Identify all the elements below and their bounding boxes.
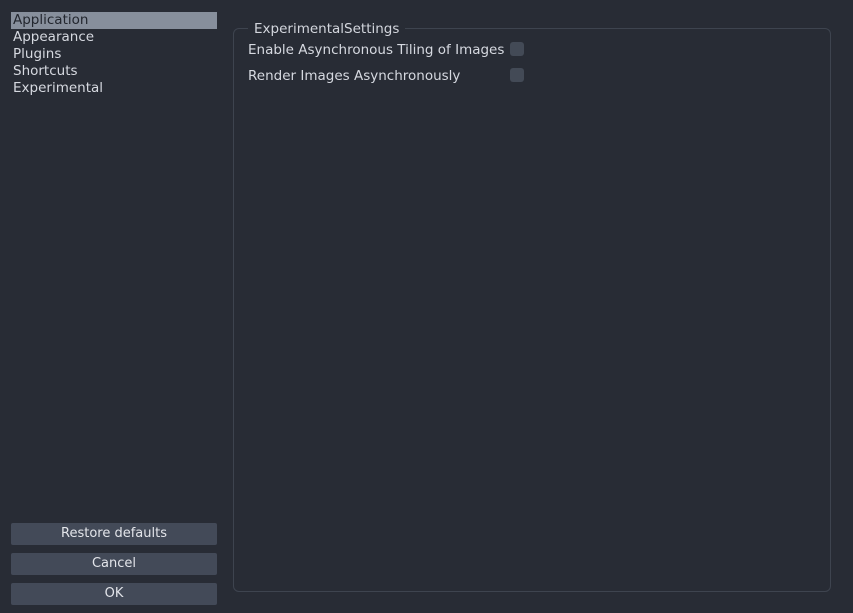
setting-row: Enable Asynchronous Tiling of Images	[248, 41, 818, 67]
setting-label-async-tiling: Enable Asynchronous Tiling of Images	[248, 42, 505, 58]
sidebar-item-plugins[interactable]: Plugins	[11, 46, 217, 63]
ok-button[interactable]: OK	[11, 583, 217, 605]
checkbox-enable-async-tiling[interactable]	[510, 42, 524, 56]
sidebar-item-experimental[interactable]: Experimental	[11, 80, 217, 97]
sidebar-item-label: Experimental	[13, 80, 104, 96]
settings-rows: Enable Asynchronous Tiling of Images Ren…	[248, 41, 818, 93]
preferences-dialog: Application Appearance Plugins Shortcuts…	[0, 0, 853, 613]
setting-row: Render Images Asynchronously	[248, 67, 818, 93]
sidebar-item-application[interactable]: Application	[11, 12, 217, 29]
cancel-button[interactable]: Cancel	[11, 553, 217, 575]
restore-defaults-button[interactable]: Restore defaults	[11, 523, 217, 545]
sidebar-item-label: Application	[13, 12, 89, 28]
dialog-button-stack: Restore defaults Cancel OK	[11, 523, 217, 605]
setting-label-render-async: Render Images Asynchronously	[248, 68, 461, 84]
checkbox-render-images-async[interactable]	[510, 68, 524, 82]
group-box-title: ExperimentalSettings	[248, 21, 406, 37]
experimental-settings-group	[233, 28, 831, 592]
sidebar-item-label: Shortcuts	[13, 63, 78, 79]
sidebar-item-label: Appearance	[13, 29, 95, 45]
sidebar-item-appearance[interactable]: Appearance	[11, 29, 217, 46]
category-list[interactable]: Application Appearance Plugins Shortcuts…	[11, 12, 217, 97]
sidebar-item-label: Plugins	[13, 46, 62, 62]
sidebar-item-shortcuts[interactable]: Shortcuts	[11, 63, 217, 80]
